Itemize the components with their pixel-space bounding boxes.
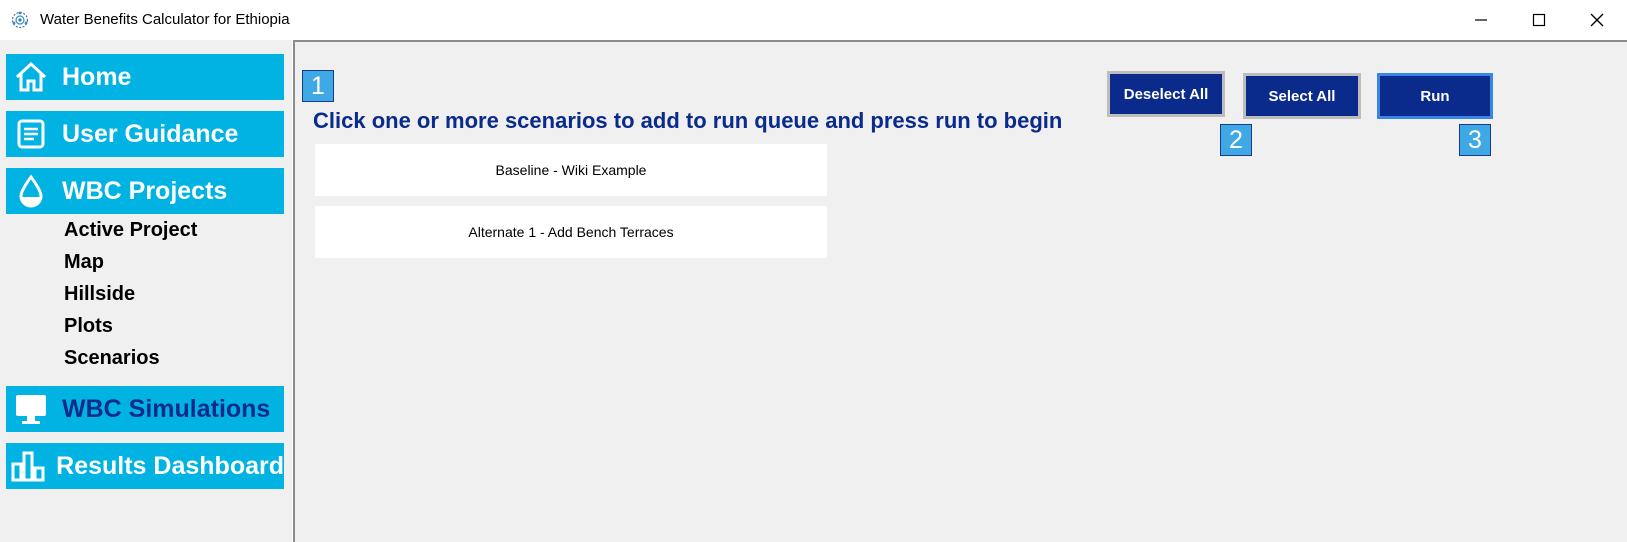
subnav-plots[interactable]: Plots [64,315,113,338]
monitor-icon [6,386,56,432]
nav-results-dashboard[interactable]: Results Dashboard [6,443,284,489]
title-bar: Water Benefits Calculator for Ethiopia [0,0,1627,40]
scenario-item-alternate-1[interactable]: Alternate 1 - Add Bench Terraces [315,206,827,258]
close-icon [1590,13,1604,27]
callout-badge-1: 1 [302,70,334,102]
nav-user-guidance-label: User Guidance [62,119,239,148]
subnav-hillside[interactable]: Hillside [64,283,135,306]
minimize-icon [1474,13,1488,27]
nav-wbc-simulations-label: WBC Simulations [62,394,271,423]
app-logo-icon [10,10,30,30]
nav-results-dashboard-label: Results Dashboard [56,451,284,480]
water-drop-icon [6,168,56,214]
select-all-button[interactable]: Select All [1243,73,1361,119]
nav-wbc-projects-label: WBC Projects [62,176,228,205]
window-title: Water Benefits Calculator for Ethiopia [40,11,290,28]
instruction-text: Click one or more scenarios to add to ru… [313,108,1063,133]
subnav-active-project[interactable]: Active Project [64,219,197,242]
nav-user-guidance[interactable]: User Guidance [6,111,284,157]
home-icon [6,54,56,100]
close-button[interactable] [1568,0,1626,40]
document-icon [6,111,56,157]
minimize-button[interactable] [1452,0,1510,40]
callout-badge-3: 3 [1459,124,1491,156]
callout-badge-2: 2 [1220,124,1252,156]
deselect-all-button[interactable]: Deselect All [1107,71,1225,117]
maximize-button[interactable] [1510,0,1568,40]
subnav-map[interactable]: Map [64,251,104,274]
nav-home[interactable]: Home [6,54,284,100]
nav-home-label: Home [62,62,132,91]
nav-wbc-simulations[interactable]: WBC Simulations [6,386,284,432]
run-button[interactable]: Run [1377,73,1493,119]
scenario-item-baseline[interactable]: Baseline - Wiki Example [315,144,827,196]
maximize-icon [1532,13,1546,27]
sidebar: Home User Guidance WBC Projects Active P… [0,40,292,542]
bar-chart-icon [6,443,50,489]
subnav-scenarios[interactable]: Scenarios [64,347,160,370]
main-panel: 1 Click one or more scenarios to add to … [293,40,1627,542]
nav-wbc-projects[interactable]: WBC Projects [6,168,284,214]
